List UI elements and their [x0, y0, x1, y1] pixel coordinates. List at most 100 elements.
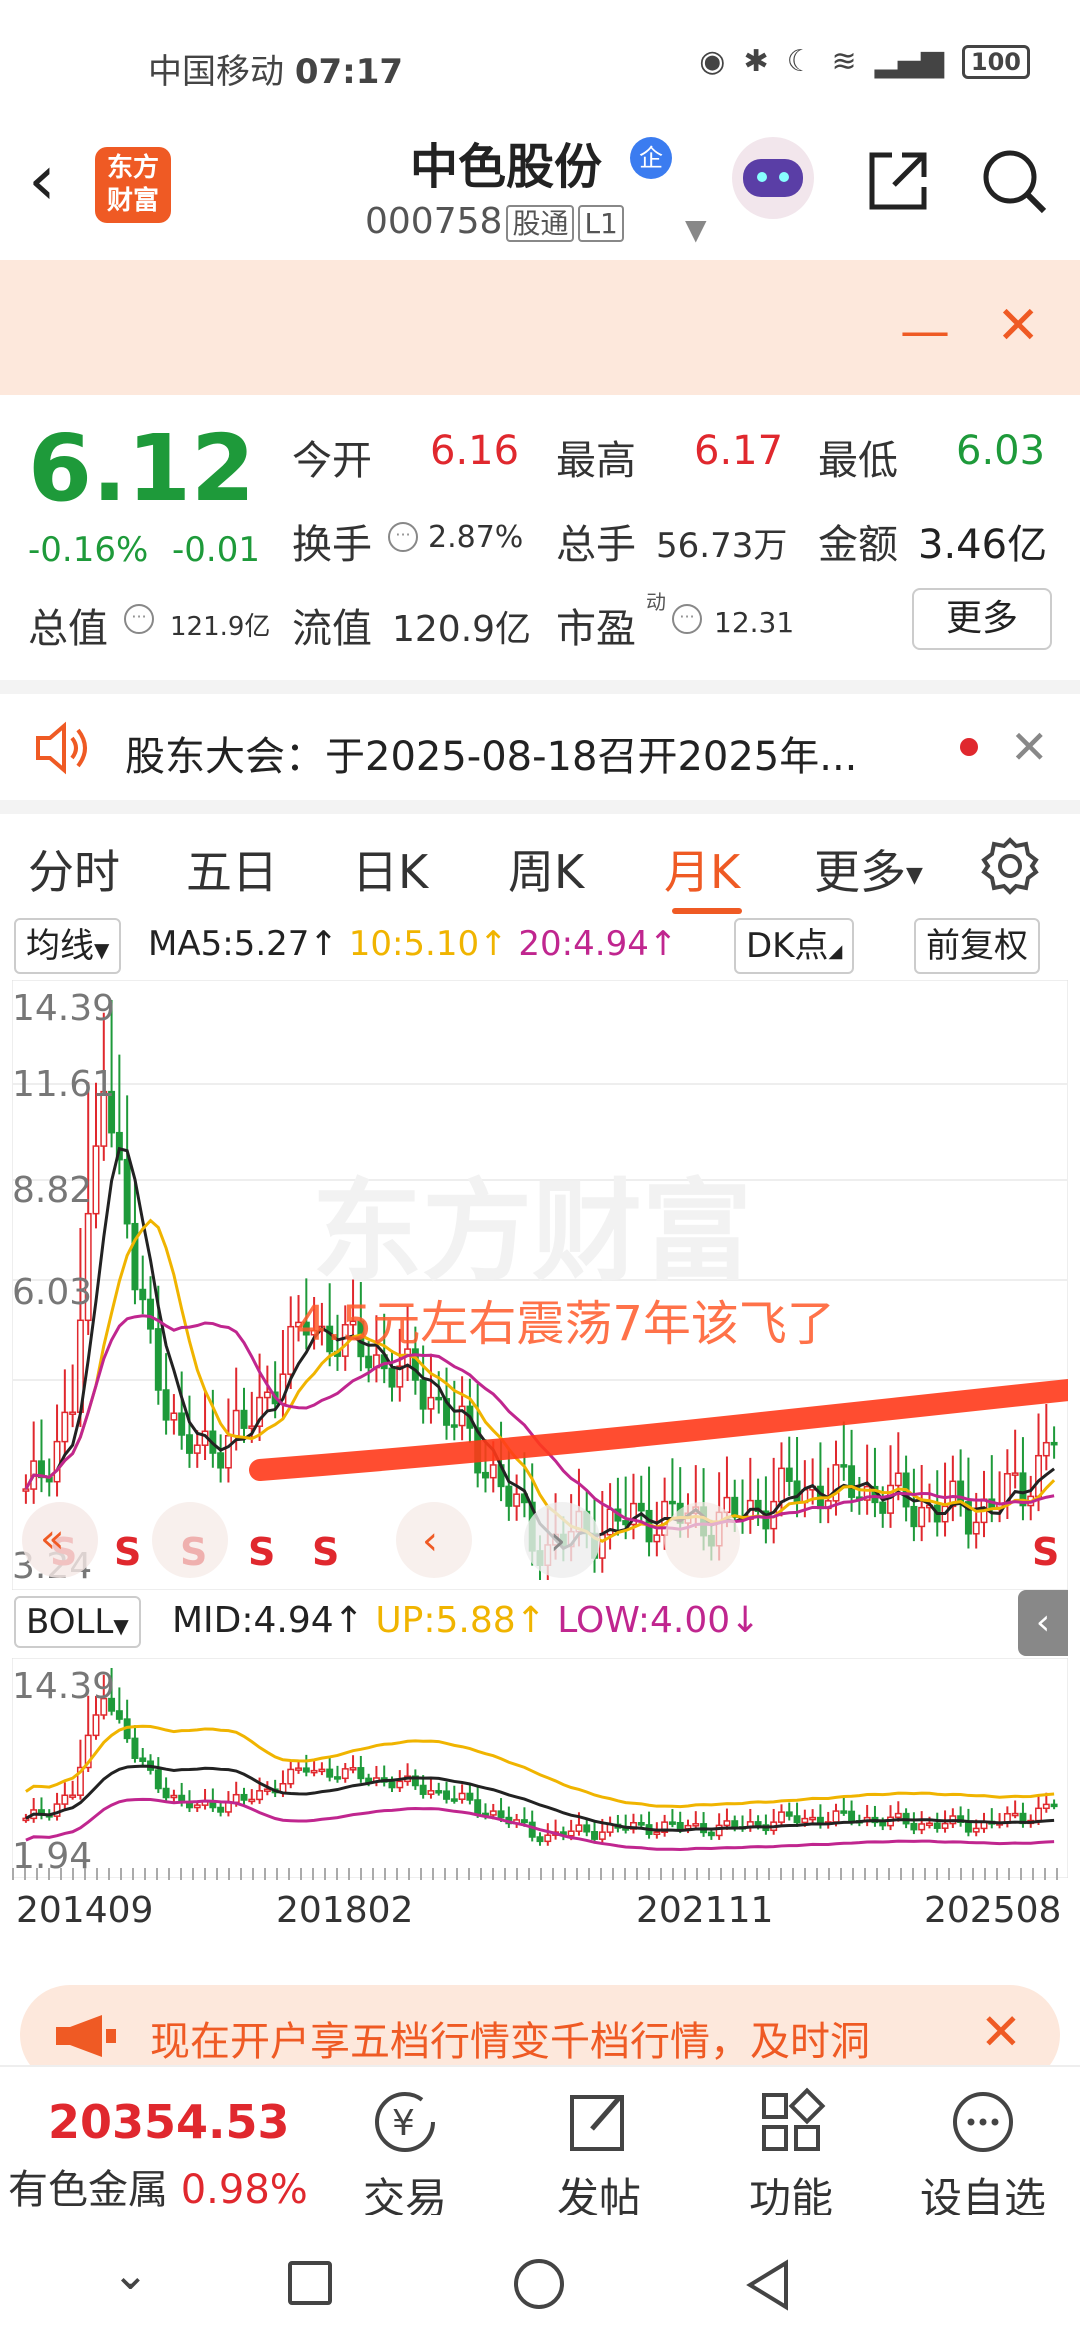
- candle-body: [809, 1816, 817, 1821]
- y-label-2: 11.61: [12, 1064, 115, 1105]
- scroll-left-double-icon[interactable]: «: [22, 1502, 98, 1578]
- tab-intraday[interactable]: 分时: [28, 836, 120, 902]
- open-label: 今开: [292, 438, 372, 484]
- back-button[interactable]: ‹: [28, 145, 56, 215]
- candle-body: [520, 1819, 528, 1824]
- svg-text:S: S: [1032, 1530, 1059, 1574]
- close-icon[interactable]: ✕: [1010, 720, 1049, 774]
- candle-body: [240, 1409, 248, 1429]
- chevron-down-icon[interactable]: ▼: [685, 213, 707, 246]
- stock-code: 000758: [365, 201, 503, 242]
- candle-body: [894, 1812, 902, 1819]
- sector-index-value[interactable]: 20354.53: [48, 2095, 290, 2149]
- more-dots-icon[interactable]: ···: [124, 604, 154, 634]
- tab-five-day[interactable]: 五日: [186, 836, 278, 902]
- stock-name: 中色股份: [410, 139, 603, 195]
- candle-body: [61, 1411, 69, 1443]
- tab-monthly-k[interactable]: 月K: [664, 836, 740, 902]
- notice-bar[interactable]: 股东大会：于2025-08-18召开2025年... ✕: [0, 680, 1080, 790]
- scroll-start-icon[interactable]: [152, 1502, 228, 1578]
- boll-chart[interactable]: 14.39 1.94: [12, 1658, 1068, 1878]
- more-dots-icon[interactable]: ···: [388, 522, 418, 552]
- close-icon[interactable]: ✕: [996, 296, 1040, 356]
- candle-body: [256, 1790, 264, 1801]
- candle-body: [1011, 1812, 1019, 1817]
- moon-icon: ☾: [786, 44, 814, 79]
- dk-point-toggle[interactable]: DK点◢: [734, 918, 855, 974]
- candle-body: [668, 1500, 676, 1505]
- unread-dot: [960, 738, 978, 756]
- close-icon[interactable]: ✕: [980, 2003, 1022, 2061]
- candle-body: [162, 1787, 170, 1799]
- mktcap-value: 121.9亿: [170, 612, 271, 642]
- candle-body: [513, 1493, 521, 1507]
- candle-body: [637, 1821, 645, 1826]
- change-amt: -0.01: [172, 530, 260, 570]
- candle-body: [365, 1777, 373, 1783]
- candle-body: [154, 1328, 162, 1391]
- candle-body: [1035, 1454, 1043, 1498]
- candle-body: [793, 1815, 801, 1824]
- search-icon[interactable]: [978, 145, 1050, 217]
- candle-body: [1042, 1441, 1050, 1457]
- candle-body: [972, 1827, 980, 1833]
- adjustment-selector[interactable]: 前复权: [914, 918, 1040, 974]
- candle-body: [388, 1781, 396, 1789]
- monthly-k-chart[interactable]: 东方财富 14.39 11.61 8.82 6.03 3.24 4.5元左右震荡…: [12, 980, 1068, 1590]
- functions-button[interactable]: 功能: [726, 2087, 856, 2226]
- sector-index[interactable]: 有色金属 0.98%: [8, 2157, 308, 2215]
- candle-body: [793, 1480, 801, 1504]
- ma-indicator-bar: 均线▼ MA5:5.27↑ 10:5.10↑ 20:4.94↑ DK点◢ 前复权: [0, 912, 1080, 978]
- megaphone-icon: [56, 2015, 116, 2057]
- candle-body: [419, 1784, 427, 1795]
- candle-body: [185, 1434, 193, 1454]
- nav-collapse-icon[interactable]: ⌄: [112, 2249, 149, 2300]
- scroll-right-icon[interactable]: ›: [524, 1502, 600, 1578]
- assistant-robot-icon[interactable]: [732, 137, 814, 219]
- amount-label: 金额: [818, 522, 898, 568]
- more-dots-icon[interactable]: ···: [672, 604, 702, 634]
- candle-body: [894, 1472, 902, 1487]
- indicator-selector[interactable]: BOLL▼: [14, 1596, 141, 1648]
- pe-dynamic-sup: 动: [646, 590, 666, 614]
- candle-body: [941, 1822, 949, 1829]
- gear-icon[interactable]: [980, 836, 1040, 896]
- nav-recents-icon[interactable]: [288, 2261, 332, 2305]
- tab-daily-k[interactable]: 日K: [352, 836, 428, 902]
- post-button[interactable]: 发帖: [534, 2087, 664, 2226]
- tab-weekly-k[interactable]: 周K: [508, 836, 584, 902]
- ma-selector[interactable]: 均线▼: [14, 918, 122, 974]
- zoom-out-icon[interactable]: [664, 1502, 740, 1578]
- svg-text:S: S: [114, 1530, 141, 1574]
- ma-values: MA5:5.27↑ 10:5.10↑ 20:4.94↑: [148, 924, 678, 964]
- collapse-panel-button[interactable]: ‹: [1018, 1590, 1068, 1656]
- share-icon[interactable]: [862, 145, 934, 217]
- candle-body: [972, 1521, 980, 1535]
- scroll-left-icon[interactable]: ‹: [396, 1502, 472, 1578]
- candle-body: [435, 1396, 443, 1401]
- candle-body: [450, 1798, 458, 1802]
- candle-body: [668, 1821, 676, 1825]
- candle-body: [333, 1776, 341, 1780]
- candle-body: [1011, 1472, 1019, 1476]
- candle-body: [427, 1396, 435, 1410]
- candle-body: [263, 1391, 271, 1399]
- stock-code-row[interactable]: 000758 股通 L1: [365, 201, 624, 242]
- period-tabs: 分时 五日 日K 周K 月K 更多▼: [0, 800, 1080, 914]
- candle-body: [918, 1506, 926, 1528]
- nav-back-icon[interactable]: [744, 2259, 792, 2311]
- candle-body: [777, 1811, 785, 1823]
- yen-cycle-icon: ¥: [340, 2087, 470, 2157]
- minimize-icon[interactable]: —: [900, 302, 950, 360]
- tab-more[interactable]: 更多▼: [814, 836, 923, 902]
- pe-value: 12.31: [714, 606, 795, 639]
- promo-banner: — ✕: [0, 260, 1080, 395]
- add-watchlist-button[interactable]: 设自选: [918, 2087, 1048, 2226]
- more-button[interactable]: 更多: [912, 588, 1052, 650]
- trade-button[interactable]: ¥ 交易: [340, 2087, 470, 2226]
- candle-body: [785, 1467, 793, 1482]
- candle-body: [583, 1824, 591, 1833]
- status-bar: 中国移动 07:17 ◉ ✱ ☾ ≋ ▂▄▆ 100: [0, 0, 1080, 130]
- nav-home-icon[interactable]: [514, 2259, 564, 2309]
- boll-y-top: 14.39: [12, 1666, 115, 1707]
